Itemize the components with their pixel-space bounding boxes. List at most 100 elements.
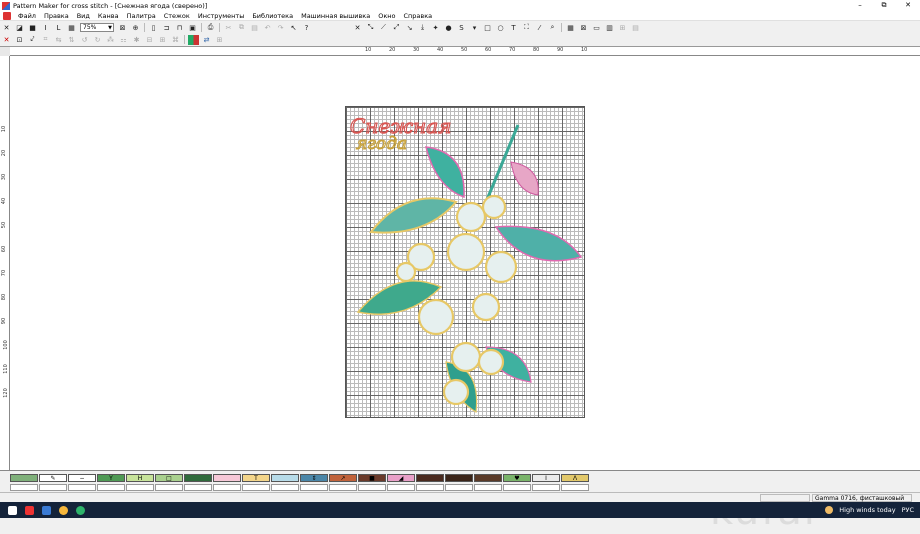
palette-slot[interactable] (242, 484, 270, 491)
snowflake-icon[interactable]: ✱ (131, 35, 142, 45)
dropdown-icon[interactable]: ▾ (469, 23, 480, 33)
menu-stitch[interactable]: Стежок (160, 11, 194, 21)
quarter-stitch-icon[interactable]: ⤡ (365, 23, 376, 33)
stitch-grid[interactable]: Снежная ягода (345, 106, 585, 418)
palette-swatch[interactable]: ■ (358, 474, 386, 482)
palette-slot[interactable] (561, 484, 589, 491)
bead-icon[interactable]: ✦ (430, 23, 441, 33)
palette-swatch[interactable]: T (242, 474, 270, 482)
menu-library[interactable]: Библиотека (248, 11, 297, 21)
save-icon[interactable]: ▣ (187, 23, 198, 33)
french-knot-icon[interactable]: ⤓ (417, 23, 428, 33)
swap-colors-icon[interactable]: ⇄ (201, 35, 212, 45)
palette-swatch[interactable] (10, 474, 38, 482)
rotate-left-icon[interactable]: ↺ (79, 35, 90, 45)
help-pointer-icon[interactable]: ↖ (288, 23, 299, 33)
pattern-maker-taskbar-icon[interactable] (42, 505, 51, 515)
backstitch-icon[interactable]: L (53, 23, 64, 33)
pattern-canvas[interactable]: Снежная ягода (10, 56, 920, 534)
chrome-icon[interactable] (59, 505, 68, 515)
spline-icon[interactable]: S (456, 23, 467, 33)
half-stitch-icon[interactable]: ◪ (14, 23, 25, 33)
palette-swatch[interactable]: ⇕ (300, 474, 328, 482)
cut-icon[interactable]: ✂ (223, 23, 234, 33)
palette-swatch[interactable]: ♥ (503, 474, 531, 482)
palette-swatch[interactable]: ◢ (387, 474, 415, 482)
palette-swatch[interactable] (445, 474, 473, 482)
open-file-icon[interactable]: ⊐ (161, 23, 172, 33)
paste-icon[interactable]: ▤ (249, 23, 260, 33)
crop-icon[interactable]: ⌗ (40, 35, 51, 45)
select-region-icon[interactable]: ⊡ (14, 35, 25, 45)
new-file-icon[interactable]: ▯ (148, 23, 159, 33)
palette-slot[interactable] (97, 484, 125, 491)
menu-canvas[interactable]: Канва (94, 11, 123, 21)
redo-icon[interactable]: ↷ (275, 23, 286, 33)
palette-swatch[interactable]: Λ (561, 474, 589, 482)
columns-icon[interactable]: ▥ (604, 23, 615, 33)
palette-swatch[interactable] (416, 474, 444, 482)
palette-slot[interactable] (300, 484, 328, 491)
palette-swatch[interactable] (213, 474, 241, 482)
menu-help[interactable]: Справка (399, 11, 436, 21)
menu-window[interactable]: Окно (374, 11, 399, 21)
stitch-type-icon[interactable]: ⚏ (118, 35, 129, 45)
menu-tools[interactable]: Инструменты (194, 11, 249, 21)
close-button[interactable]: ✕ (896, 0, 920, 11)
windows-icon[interactable] (8, 505, 17, 515)
fill-circle-icon[interactable]: ● (443, 23, 454, 33)
palette-swatch[interactable]: Y (97, 474, 125, 482)
menu-edit[interactable]: Правка (40, 11, 73, 21)
palette-swatch[interactable]: ↗ (329, 474, 357, 482)
circle-icon[interactable]: ○ (495, 23, 506, 33)
layers-icon[interactable]: ▤ (630, 23, 641, 33)
minimize-button[interactable]: – (848, 0, 872, 11)
backstitch-line-icon[interactable]: ⤢ (391, 23, 402, 33)
language-indicator[interactable]: РУС (902, 506, 914, 514)
palette-slot[interactable] (445, 484, 473, 491)
zoom-icon[interactable]: ⊕ (130, 23, 141, 33)
symbols-icon[interactable]: ⁂ (105, 35, 116, 45)
flip-icon[interactable]: ⇅ (66, 35, 77, 45)
palette-slot[interactable] (184, 484, 212, 491)
palette-slot[interactable] (358, 484, 386, 491)
delete-stitch-icon[interactable]: ✕ (1, 35, 12, 45)
half-tool-icon[interactable]: ⊟ (144, 35, 155, 45)
palette-slot[interactable] (416, 484, 444, 491)
preview-icon[interactable]: ▭ (591, 23, 602, 33)
palette-slot[interactable] (68, 484, 96, 491)
chat-icon[interactable] (76, 505, 85, 515)
palette-slot[interactable] (39, 484, 67, 491)
palette-slot[interactable] (503, 484, 531, 491)
select-cross-icon[interactable]: ✕ (352, 23, 363, 33)
palette-slot[interactable] (387, 484, 415, 491)
fill-square-icon[interactable]: ■ (27, 23, 38, 33)
fit-page-icon[interactable]: ⊠ (117, 23, 128, 33)
palette-swatch[interactable]: I (532, 474, 560, 482)
palette-grid-icon[interactable]: ⊞ (214, 35, 225, 45)
palette-swatch[interactable]: H (126, 474, 154, 482)
zoom-select[interactable]: 75% ▼ (80, 23, 114, 32)
rotate-right-icon[interactable]: ↻ (92, 35, 103, 45)
magnify-icon[interactable]: ⌕ (547, 23, 558, 33)
print-icon[interactable]: ⎙ (205, 23, 216, 33)
weather-icon[interactable] (825, 506, 834, 514)
palette-swatch[interactable] (474, 474, 502, 482)
grid-toggle-icon[interactable]: ▦ (565, 23, 576, 33)
weather-text[interactable]: High winds today (839, 506, 895, 514)
grid-icon[interactable]: ▦ (66, 23, 77, 33)
document-icon[interactable] (3, 11, 11, 20)
app-taskbar-icon[interactable] (25, 505, 34, 515)
menu-palette[interactable]: Палитра (123, 11, 160, 21)
palette-swatch[interactable]: − (68, 474, 96, 482)
quarter-tool-icon[interactable]: ⊞ (157, 35, 168, 45)
palette-swatch[interactable]: □ (155, 474, 183, 482)
restore-button[interactable]: ⧉ (872, 0, 896, 11)
undo-icon[interactable]: ↶ (262, 23, 273, 33)
stitch-view-icon[interactable]: ⊠ (578, 23, 589, 33)
open-folder-icon[interactable]: ⊓ (174, 23, 185, 33)
menu-view[interactable]: Вид (73, 11, 94, 21)
cross-stitch-icon[interactable]: ✕ (1, 23, 12, 33)
hint-icon[interactable]: ? (301, 23, 312, 33)
long-stitch-icon[interactable]: ↘ (404, 23, 415, 33)
